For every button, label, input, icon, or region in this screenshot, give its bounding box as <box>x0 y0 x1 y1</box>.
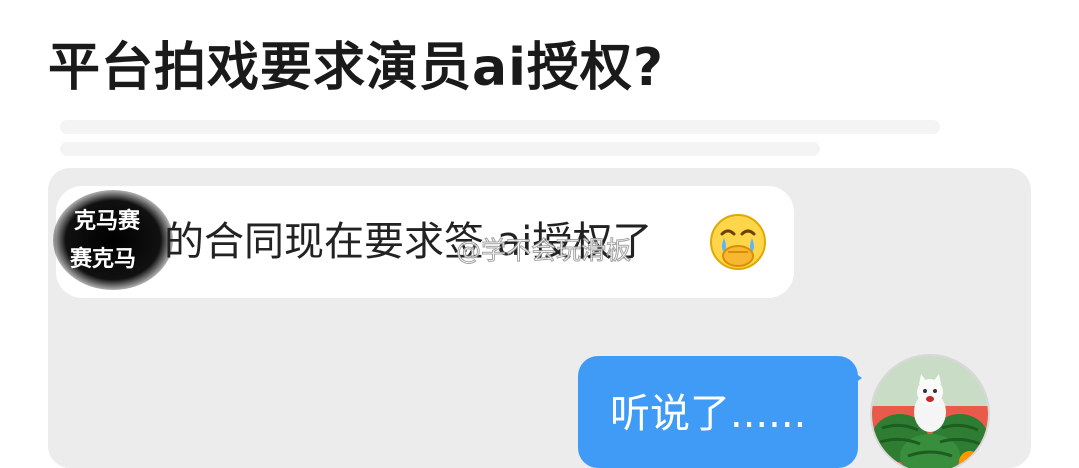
watermark-text: @学不会玩滑板 <box>455 236 632 266</box>
faded-text-line <box>60 142 820 156</box>
redaction-blob: 克马赛 赛克马 <box>53 190 173 290</box>
outgoing-bubble-tail <box>848 368 862 388</box>
crying-covering-mouth-emoji-icon <box>710 214 766 270</box>
post-title: 平台拍戏要求演员ai授权? <box>48 38 665 98</box>
cat-with-watermelons-avatar-icon <box>872 356 988 468</box>
avatar[interactable] <box>870 354 990 468</box>
incoming-message-bubble[interactable]: 克马赛 赛克马 的合同现在要求签 ai授权了 @学不会玩滑板 <box>53 186 794 298</box>
outgoing-message-bubble[interactable]: 听说了...... <box>578 356 858 468</box>
redaction-text-line: 克马赛 <box>74 208 141 234</box>
chat-panel: 克马赛 赛克马 的合同现在要求签 ai授权了 @学不会玩滑板 听说了...... <box>48 168 1031 468</box>
redaction-text-line: 赛克马 <box>69 246 136 272</box>
outgoing-message-text: 听说了...... <box>610 391 807 437</box>
faded-text-line <box>60 120 940 134</box>
